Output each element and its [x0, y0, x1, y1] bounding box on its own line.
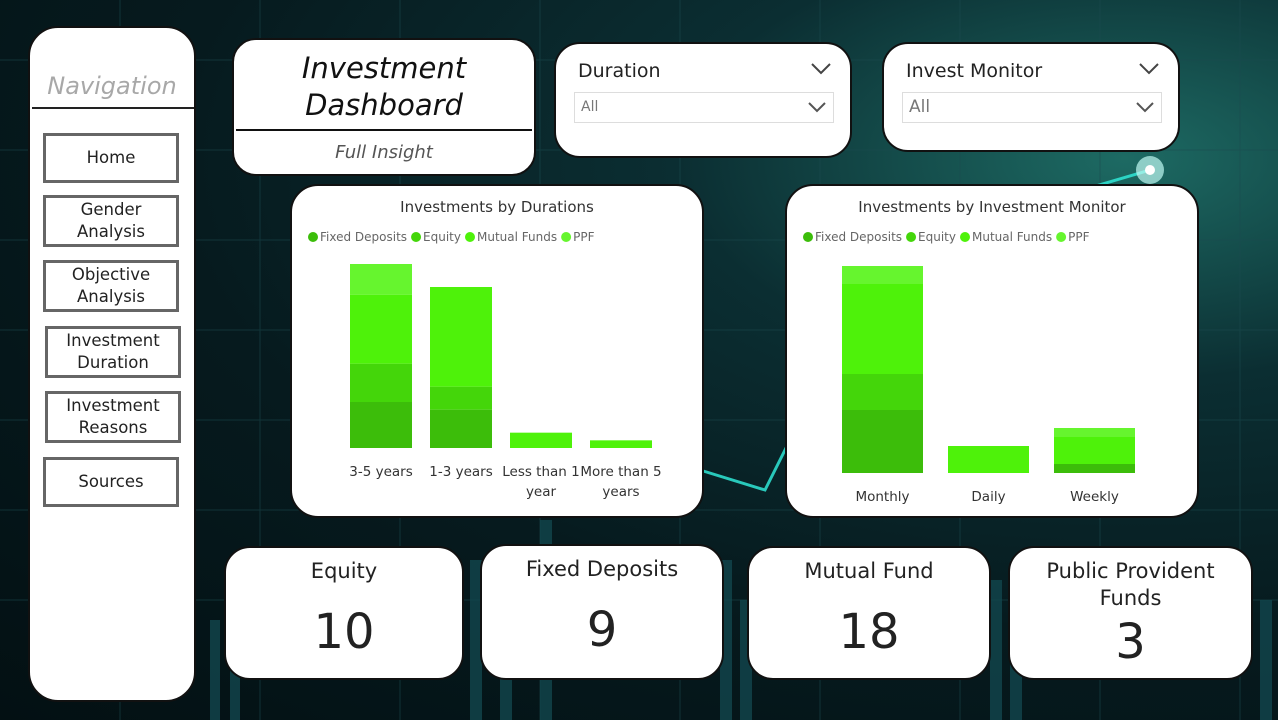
bar-segment[interactable]	[948, 446, 1029, 473]
page-subtitle: Full Insight	[335, 142, 433, 163]
bar-segment[interactable]	[350, 363, 412, 402]
title-divider	[236, 129, 532, 131]
legend-item[interactable]: Equity	[423, 230, 461, 244]
legend-swatch	[561, 232, 572, 242]
legend-swatch	[906, 232, 917, 242]
x-tick-label: Daily	[971, 489, 1005, 505]
bar-segment[interactable]	[842, 284, 923, 374]
legend-swatch	[308, 232, 318, 242]
chevron-down-icon	[1136, 102, 1154, 113]
bar-segment[interactable]	[430, 409, 492, 448]
kpi-equity: Equity 10	[224, 546, 464, 680]
kpi-label: Equity	[310, 559, 378, 583]
bar-segment[interactable]	[1054, 428, 1135, 437]
x-tick-label: Less than 1 year	[502, 464, 580, 500]
nav-button-investment-duration[interactable]: Investment Duration	[45, 326, 181, 378]
legend-item[interactable]: Mutual Funds	[477, 230, 557, 244]
navigation-title: Navigation	[47, 72, 177, 100]
legend-swatch	[465, 232, 475, 242]
chart-investments-by-monitor-svg: Investments by Investment Monitor Fixed D…	[803, 198, 1135, 505]
x-tick-label: 1-3 years	[429, 464, 493, 480]
bar-segment[interactable]	[842, 374, 923, 410]
bar-segment[interactable]	[350, 264, 412, 295]
x-tick-label: Weekly	[1070, 489, 1119, 505]
x-tick-label: More than 5 years	[580, 464, 661, 500]
legend-item[interactable]: Fixed Deposits	[320, 230, 407, 244]
invest-monitor-dropdown-value: All	[909, 97, 931, 117]
kpi-public-provident-funds: Public Provident Funds 3	[1008, 546, 1253, 680]
nav-button-home[interactable]: Home	[43, 133, 179, 183]
chevron-down-icon	[808, 102, 826, 113]
bar-segment[interactable]	[430, 287, 492, 387]
chart-title: Investments by Investment Monitor	[858, 198, 1126, 216]
chart-investments-by-monitor: Investments by Investment Monitor Fixed D…	[785, 184, 1199, 518]
legend-swatch	[803, 232, 813, 242]
x-tick-label: Monthly	[855, 489, 909, 505]
duration-dropdown-value: All	[581, 99, 599, 115]
dashboard-title-card: Investment Dashboard Full Insight	[232, 38, 536, 176]
kpi-value: 9	[586, 602, 618, 658]
bar-segment[interactable]	[842, 410, 923, 473]
bar-segment[interactable]	[590, 440, 652, 448]
bar-segment[interactable]	[1054, 464, 1135, 473]
invest-monitor-slicer-label: Invest Monitor	[906, 60, 1043, 82]
kpi-label: Fixed Deposits	[525, 557, 679, 581]
legend-swatch	[1056, 232, 1067, 242]
legend-item[interactable]: PPF	[1068, 230, 1089, 244]
kpi-mutual-fund: Mutual Fund 18	[747, 546, 991, 680]
navigation-panel: Navigation Home Gender Analysis Objectiv…	[28, 26, 196, 702]
invest-monitor-slicer: Invest Monitor All	[882, 42, 1180, 152]
kpi-fixed-deposits: Fixed Deposits 9	[480, 544, 724, 680]
nav-button-objective-analysis[interactable]: Objective Analysis	[43, 260, 179, 312]
legend-item[interactable]: PPF	[573, 230, 594, 244]
nav-button-investment-reasons[interactable]: Investment Reasons	[45, 391, 181, 443]
nav-button-sources[interactable]: Sources	[43, 457, 179, 507]
chart-investments-by-durations-svg: Investments by Durations Fixed Deposits Eq…	[308, 198, 662, 500]
legend-item[interactable]: Equity	[918, 230, 956, 244]
page-title: Investment Dashboard	[301, 51, 467, 122]
chevron-down-icon[interactable]	[1138, 62, 1160, 76]
bar-segment[interactable]	[842, 266, 923, 284]
legend-item[interactable]: Mutual Funds	[972, 230, 1052, 244]
kpi-value: 18	[838, 604, 900, 660]
chart-investments-by-durations: Investments by Durations Fixed Deposits Eq…	[290, 184, 704, 518]
bar-segment[interactable]	[350, 294, 412, 364]
legend-swatch	[411, 232, 422, 242]
chevron-down-icon[interactable]	[810, 62, 832, 76]
duration-slicer: Duration All	[554, 42, 852, 158]
bar-segment[interactable]	[1054, 437, 1135, 464]
kpi-value: 3	[1115, 614, 1146, 670]
bar-segment[interactable]	[430, 386, 492, 410]
duration-slicer-label: Duration	[578, 60, 661, 82]
legend-swatch	[960, 232, 970, 242]
invest-monitor-dropdown[interactable]: All	[902, 92, 1162, 123]
nav-button-gender-analysis[interactable]: Gender Analysis	[43, 195, 179, 247]
kpi-value: 10	[313, 604, 375, 660]
bar-segment[interactable]	[510, 432, 572, 448]
chart-title: Investments by Durations	[400, 198, 594, 216]
kpi-label: Public Provident Funds	[1046, 559, 1215, 610]
legend-item[interactable]: Fixed Deposits	[815, 230, 902, 244]
duration-dropdown[interactable]: All	[574, 92, 834, 123]
bar-segment[interactable]	[350, 402, 412, 448]
navigation-divider	[32, 107, 194, 109]
x-tick-label: 3-5 years	[349, 464, 413, 480]
kpi-label: Mutual Fund	[804, 559, 934, 583]
